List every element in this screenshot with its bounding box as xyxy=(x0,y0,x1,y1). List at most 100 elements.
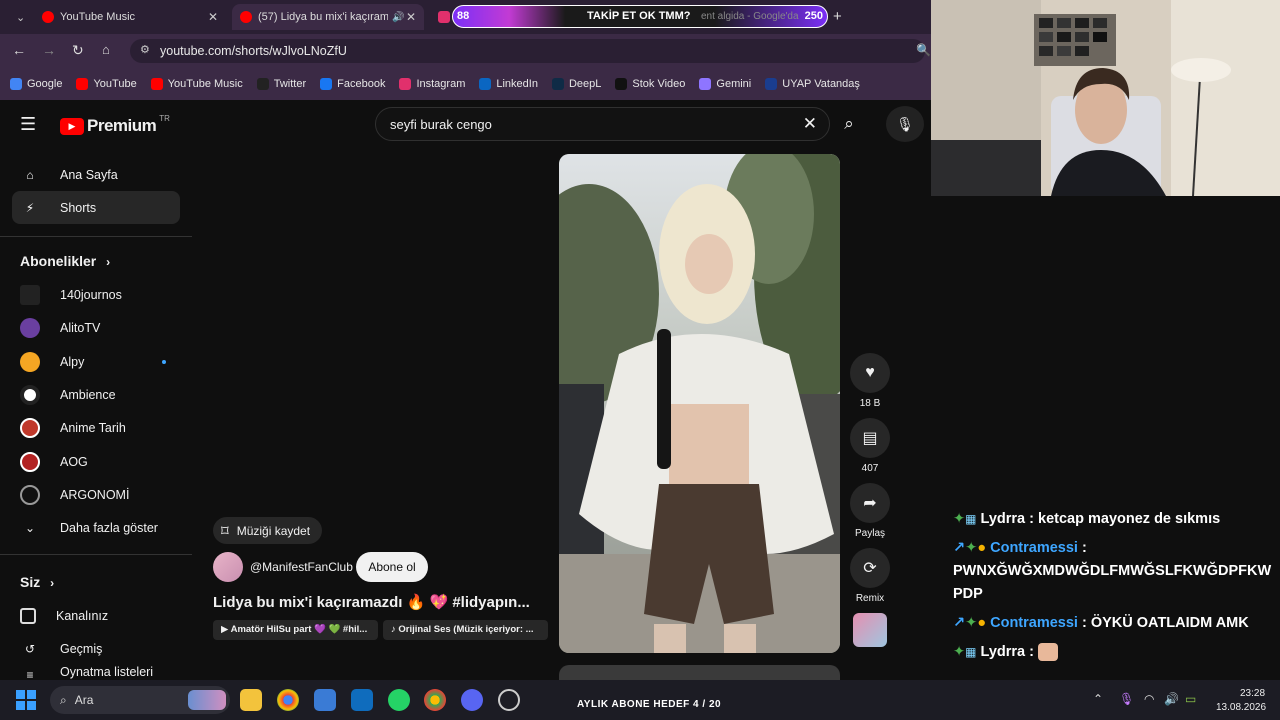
sidebar-item-your-channel[interactable]: Kanalınız xyxy=(12,599,180,632)
save-music-button[interactable]: ⌑ Müziği kaydet xyxy=(213,517,323,544)
bookmark-gemini[interactable]: Gemini xyxy=(699,78,751,90)
clock-time[interactable]: 23:28 xyxy=(1240,688,1265,699)
sidebar-item-shorts[interactable]: ⚡ Shorts xyxy=(12,191,180,224)
sidebar-item-home[interactable]: ⌂ Ana Sayfa xyxy=(12,158,180,191)
stream-follow-overlay: 88 TAKİP ET OK TMM? ent algida - Google'… xyxy=(452,5,828,28)
bookmark-uyap-vatandaş[interactable]: UYAP Vatandaş xyxy=(765,78,860,90)
home-icon[interactable]: ⌂ xyxy=(102,42,110,57)
badge-icon: ● xyxy=(977,615,987,631)
history-icon: ↺ xyxy=(24,641,36,656)
badge-icon: ▦ xyxy=(965,645,977,659)
windows-start-icon[interactable] xyxy=(16,690,36,710)
search-input[interactable]: seyfi burak cengo ✕ xyxy=(375,107,830,141)
related-video-chip[interactable]: ▶ Amatör HilSu part 💜 💚 #hil... xyxy=(213,620,378,640)
badge-icon: ↗ xyxy=(953,540,966,556)
like-button[interactable]: ♥ xyxy=(850,353,890,393)
microphone-icon: 🎙 xyxy=(896,115,914,132)
whatsapp-icon[interactable] xyxy=(388,689,410,711)
subscribe-button[interactable]: Abone ol xyxy=(356,552,428,582)
chevron-down-icon: ⌄ xyxy=(24,520,36,535)
bookmark-favicon-icon xyxy=(150,78,163,90)
store-icon[interactable] xyxy=(314,689,336,711)
microphone-icon[interactable]: 🎙 xyxy=(1119,692,1134,706)
you-heading[interactable]: Siz › xyxy=(20,574,54,590)
bookmark-youtube-music[interactable]: YouTube Music xyxy=(150,78,243,90)
obs-icon[interactable] xyxy=(498,689,520,711)
search-button[interactable]: ⌕ xyxy=(830,107,868,141)
badge-icon: ✦ xyxy=(953,511,966,527)
next-short-preview[interactable] xyxy=(559,665,840,680)
sidebar-item-140journos[interactable]: 140journos xyxy=(12,278,180,311)
sound-thumbnail[interactable] xyxy=(853,613,887,647)
wifi-icon[interactable]: ◠ xyxy=(1144,692,1154,706)
taskbar-search[interactable]: ⌕ Ara xyxy=(50,686,230,714)
subscriptions-heading[interactable]: Abonelikler › xyxy=(20,253,110,269)
volume-icon[interactable]: 🔊 xyxy=(1164,692,1179,706)
reload-icon[interactable]: ↻ xyxy=(72,42,84,59)
chat-message: ↗✦● Contramessi : ÖYKÜ OATLAIDM AMK xyxy=(953,615,1249,631)
bookmark-deepl[interactable]: DeepL xyxy=(551,78,601,90)
channel-avatar[interactable] xyxy=(213,552,243,582)
clear-search-icon[interactable]: ✕ xyxy=(803,114,817,134)
bookmark-stok-video[interactable]: Stok Video xyxy=(615,78,685,90)
sidebar-item-anime-tarih[interactable]: Anime Tarih xyxy=(12,411,180,444)
stream-chat xyxy=(931,196,1280,680)
sidebar-item-ambience[interactable]: Ambience xyxy=(12,378,180,411)
comments-button[interactable]: ▤ xyxy=(850,418,890,458)
file-explorer-icon[interactable] xyxy=(240,689,262,711)
share-button[interactable]: ➦ xyxy=(850,483,890,523)
video-frame xyxy=(559,154,840,653)
channel-avatar xyxy=(20,284,40,305)
channel-avatar xyxy=(20,484,40,505)
channel-name[interactable]: @ManifestFanClub xyxy=(250,560,353,574)
playlist-icon: ≡ xyxy=(26,668,34,680)
bookmark-facebook[interactable]: Facebook xyxy=(320,78,385,90)
sidebar-item-argonomi[interactable]: ARGONOMİ xyxy=(12,478,180,511)
forward-icon[interactable]: → xyxy=(42,42,56,58)
youtube-music-icon xyxy=(42,11,54,23)
tab-active-short[interactable]: (57) Lidya bu mix'i kaçırama 🔊 ✕ xyxy=(232,4,424,30)
bookmark-favicon-icon xyxy=(256,78,269,90)
site-info-icon[interactable]: ⚙ xyxy=(140,43,150,56)
clock-date[interactable]: 13.08.2026 xyxy=(1216,702,1266,713)
close-tab-icon[interactable]: ✕ xyxy=(406,10,416,24)
address-bar[interactable]: ⚙ youtube.com/shorts/wJlvoLNoZfU 🔍 xyxy=(130,39,931,63)
tab-instagram[interactable] xyxy=(430,4,450,30)
speaker-icon[interactable]: 🔊 xyxy=(392,12,404,23)
tab-list-button[interactable]: ⌄ xyxy=(8,4,30,30)
sidebar-item-alpy[interactable]: Alpy xyxy=(12,345,180,378)
chrome-profile-icon[interactable] xyxy=(424,689,446,711)
close-tab-icon[interactable]: ✕ xyxy=(208,10,218,24)
sidebar-item-aog[interactable]: AOG xyxy=(12,445,180,478)
bookmark-youtube[interactable]: YouTube xyxy=(76,78,137,90)
chrome-icon[interactable] xyxy=(277,689,299,711)
sidebar-show-more[interactable]: ⌄ Daha fazla göster xyxy=(12,511,180,544)
voice-search-button[interactable]: 🎙 xyxy=(886,106,924,142)
bookmark-icon: ⌑ xyxy=(221,522,229,540)
sidebar-item-playlists[interactable]: ≡ Oynatma listeleri xyxy=(12,665,180,680)
zoom-icon[interactable]: 🔍 xyxy=(916,43,931,57)
mail-icon[interactable] xyxy=(351,689,373,711)
sidebar-item-history[interactable]: ↺ Geçmiş xyxy=(12,632,180,665)
sidebar-item-alitotv[interactable]: AlitoTV xyxy=(12,311,180,344)
discord-icon[interactable] xyxy=(461,689,483,711)
short-title[interactable]: Lidya bu mix'i kaçıramazdı 🔥 💖 #lidyapın… xyxy=(213,593,548,611)
battery-icon[interactable]: ▭ xyxy=(1185,692,1196,706)
bookmark-google[interactable]: Google xyxy=(10,78,62,90)
webcam-feed xyxy=(931,0,1280,196)
back-icon[interactable]: ← xyxy=(12,42,26,58)
tab-youtube-music[interactable]: YouTube Music ✕ xyxy=(34,4,226,30)
new-tab-button[interactable]: + xyxy=(833,8,842,25)
bookmark-linkedin[interactable]: LinkedIn xyxy=(479,78,538,90)
short-video-player[interactable] xyxy=(559,154,840,653)
bookmark-favicon-icon xyxy=(479,78,492,90)
bookmark-favicon-icon xyxy=(765,78,778,90)
sub-goal-overlay: AYLIK ABONE HEDEF 4 / 20 xyxy=(577,699,722,710)
chevron-right-icon: › xyxy=(50,576,55,590)
remix-button[interactable]: ⟳ xyxy=(850,548,890,588)
sound-chip[interactable]: ♪ Orijinal Ses (Müzik içeriyor: ... xyxy=(383,620,548,640)
bookmark-instagram[interactable]: Instagram xyxy=(399,78,465,90)
bookmark-twitter[interactable]: Twitter xyxy=(256,78,306,90)
channel-avatar xyxy=(20,451,40,472)
tray-chevron-icon[interactable]: ⌃ xyxy=(1093,692,1103,706)
